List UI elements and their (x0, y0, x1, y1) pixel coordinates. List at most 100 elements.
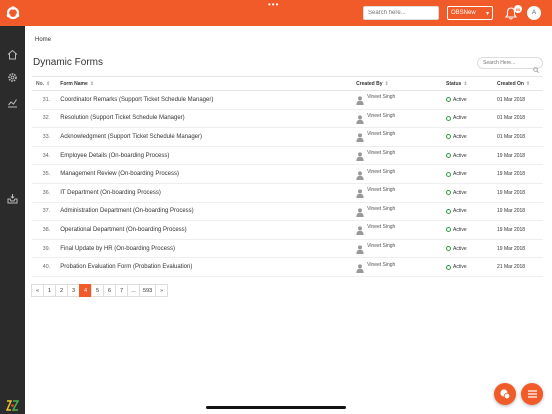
status-badge: Active (446, 134, 489, 140)
creator: Vineet Singh (356, 94, 438, 106)
row-number: 37. (32, 202, 55, 222)
column-header-created-on[interactable]: Created On ⇕ (493, 76, 543, 91)
creator-name: Vineet Singh (367, 131, 396, 138)
column-header-status[interactable]: Status ⇕ (442, 76, 493, 91)
status-circle-icon (446, 264, 452, 270)
status-cell: Active (442, 202, 493, 222)
created-on-cell: 19 Mar 2018 (493, 183, 543, 203)
sort-icon: ⇕ (89, 80, 94, 87)
status-label: Active (453, 245, 467, 252)
created-on-cell: 19 Mar 2018 (493, 220, 543, 240)
table-header-row: No. ⇕ Form Name ⇕ Created By ⇕ Status ⇕ Crea… (32, 76, 543, 91)
table-row[interactable]: 36. IT Department (On-boarding Process) Vi… (32, 183, 543, 203)
menu-button[interactable] (521, 383, 543, 405)
table-row[interactable]: 33. Acknowledgment (Support Ticket Schedu… (32, 127, 543, 147)
chevron-down-icon: ▾ (485, 10, 489, 17)
sort-icon: ⇕ (46, 80, 51, 87)
status-badge: Active (446, 190, 489, 196)
creator: Vineet Singh (356, 169, 438, 180)
avatar[interactable]: A (527, 6, 541, 20)
created-on-cell: 19 Mar 2018 (493, 164, 543, 184)
form-name-link[interactable]: Final Update by HR (On-boarding Process) (54, 239, 353, 259)
column-header-form-name[interactable]: Form Name ⇕ (54, 76, 353, 91)
chat-icon (500, 389, 511, 400)
creator: Vineet Singh (356, 150, 438, 162)
form-name-link[interactable]: Coordinator Remarks (Support Ticket Sche… (54, 90, 353, 110)
creator: Vineet Singh (356, 224, 438, 236)
created-on-cell: 19 Mar 2018 (493, 202, 543, 222)
status-circle-icon (446, 115, 452, 121)
chat-button[interactable] (494, 383, 516, 405)
home-indicator[interactable] (206, 406, 346, 409)
chart-icon[interactable] (6, 96, 19, 109)
user-icon (356, 115, 364, 124)
form-name-link[interactable]: Employee Details (On-boarding Process) (54, 146, 353, 166)
breadcrumb[interactable]: Home (35, 37, 51, 43)
column-header-no[interactable]: No. ⇕ (32, 76, 55, 91)
table-row[interactable]: 32. Resolution (Support Ticket Schedule M… (32, 109, 543, 129)
row-number: 35. (32, 164, 55, 184)
search-icon[interactable] (533, 60, 539, 73)
creator-name: Vineet Singh (367, 168, 396, 175)
status-cell: Active (442, 239, 493, 259)
row-number: 32. (32, 109, 55, 129)
creator: Vineet Singh (356, 131, 438, 143)
gear-icon[interactable] (6, 71, 19, 84)
status-badge: Active (446, 264, 489, 270)
row-number: 31. (32, 90, 55, 110)
row-number: 39. (32, 239, 55, 259)
forms-table: No. ⇕ Form Name ⇕ Created By ⇕ Status ⇕ Crea… (32, 76, 543, 277)
global-search-input[interactable] (363, 6, 439, 20)
column-header-label: Form Name (60, 80, 88, 87)
form-name-link[interactable]: Probation Evaluation Form (Probation Eva… (54, 257, 353, 277)
status-label: Active (453, 189, 467, 196)
created-on-cell: 19 Mar 2018 (493, 146, 543, 166)
pagination-item[interactable]: » (155, 284, 169, 297)
status-label: Active (453, 171, 467, 178)
form-name-link[interactable]: Acknowledgment (Support Ticket Schedule … (54, 127, 353, 147)
created-by-cell: Vineet Singh (352, 183, 443, 203)
app-switcher-icon[interactable] (5, 398, 20, 413)
company-select-value: OBSNew (451, 10, 476, 16)
table-row[interactable]: 37. Administration Department (On-boardin… (32, 202, 543, 222)
row-number: 34. (32, 146, 55, 166)
status-circle-icon (446, 134, 452, 140)
form-name-link[interactable]: Resolution (Support Ticket Schedule Mana… (54, 109, 353, 129)
column-header-created-by[interactable]: Created By ⇕ (352, 76, 443, 91)
creator-name: Vineet Singh (367, 150, 396, 157)
table-row[interactable]: 34. Employee Details (On-boarding Process… (32, 146, 543, 166)
home-icon[interactable] (6, 48, 19, 61)
status-cell: Active (442, 257, 493, 277)
inbox-icon[interactable] (6, 192, 19, 205)
form-name-link[interactable]: Administration Department (On-boarding P… (54, 202, 353, 222)
user-icon (356, 171, 364, 180)
created-by-cell: Vineet Singh (352, 90, 443, 110)
form-name-link[interactable]: Operational Department (On-boarding Proc… (54, 220, 353, 240)
form-name-link[interactable]: IT Department (On-boarding Process) (54, 183, 353, 203)
status-cell: Active (442, 109, 493, 129)
status-cell: Active (442, 183, 493, 203)
user-icon (356, 189, 364, 199)
status-badge: Active (446, 208, 489, 214)
user-icon (356, 133, 364, 143)
sidebar (0, 26, 25, 414)
status-badge: Active (446, 227, 489, 233)
table-row[interactable]: 39. Final Update by HR (On-boarding Proce… (32, 239, 543, 259)
table-row[interactable]: 38. Operational Department (On-boarding P… (32, 220, 543, 240)
created-by-cell: Vineet Singh (352, 164, 443, 184)
company-select[interactable]: OBSNew ▾ (447, 6, 493, 20)
creator: Vineet Singh (356, 243, 438, 255)
pagination: «1 2 3 4 5 6 7... 593» (31, 284, 169, 297)
brand-logo-icon[interactable] (0, 0, 25, 26)
table-row[interactable]: 40. Probation Evaluation Form (Probation … (32, 257, 543, 277)
creator: Vineet Singh (356, 187, 438, 199)
created-on-cell: 01 Mar 2018 (493, 127, 543, 147)
multitask-dots-icon[interactable]: ••• (268, 1, 279, 9)
form-name-link[interactable]: Management Review (On-boarding Process) (54, 164, 353, 184)
creator-name: Vineet Singh (367, 243, 396, 250)
created-by-cell: Vineet Singh (352, 109, 443, 129)
created-by-cell: Vineet Singh (352, 239, 443, 259)
pagination-item[interactable]: 593 (139, 284, 157, 297)
table-row[interactable]: 31. Coordinator Remarks (Support Ticket S… (32, 90, 543, 110)
table-row[interactable]: 35. Management Review (On-boarding Proces… (32, 164, 543, 184)
